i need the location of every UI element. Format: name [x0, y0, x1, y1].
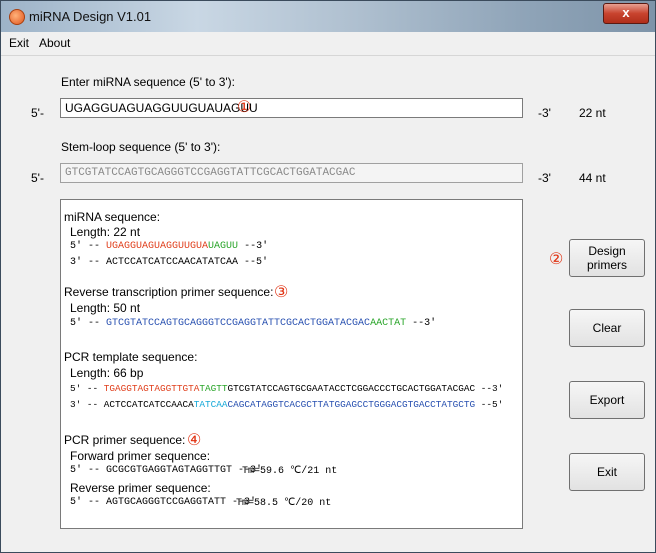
pcr-template-3p-suffix: --5': [475, 399, 504, 410]
design-primers-button[interactable]: Design primers: [569, 239, 645, 277]
results-panel[interactable]: miRNA sequence: Length: 22 nt 5' -- UGAG…: [60, 199, 523, 529]
pcr-primer-heading: PCR primer sequence:: [64, 433, 186, 447]
rt-primer-prefix: 5' --: [70, 318, 107, 329]
pcr-template-5p-green: TAGTT: [199, 383, 228, 394]
rt-primer-heading: Reverse transcription primer sequence:: [64, 285, 274, 299]
design-primers-line2: primers: [586, 258, 627, 272]
mirna-input-value: UGAGGUAGUAGGUUGUAUAGUU: [65, 101, 258, 115]
stemloop-input-value: GTCGTATCCAGTGCAGGGTCCGAGGTATTCGCACTGGATA…: [65, 167, 356, 179]
marker-3: ③: [274, 284, 289, 301]
marker-2: ②: [549, 251, 564, 268]
reverse-primer-label: Reverse primer sequence:: [70, 481, 211, 495]
mirna-length-result: Length: 22 nt: [70, 225, 141, 239]
mirna-line-5p: 5' -- UGAGGUAGUAGGUUGUAUAGUU --3': [70, 241, 268, 252]
pcr-template-5p-black: GTCGTATCCAGTGCGAATACCTCGGACCCTGCACTGGATA…: [227, 383, 476, 394]
stemloop-suffix: -3': [538, 171, 551, 185]
title-bar[interactable]: miRNA Design V1.01 x: [1, 1, 655, 32]
forward-primer-label: Forward primer sequence:: [70, 449, 211, 463]
marker-4: ④: [187, 432, 202, 449]
pcr-template-5p-suffix: --3': [475, 383, 504, 394]
clear-button[interactable]: Clear: [569, 309, 645, 347]
pcr-template-3p-prefix: 3' --: [70, 399, 104, 410]
mirna-line-5p-suffix: --3': [238, 241, 269, 252]
forward-primer-seq: 5' -- GCGCGTGAGGTAGTAGGTTGT --3': [70, 465, 263, 476]
stemloop-input[interactable]: GTCGTATCCAGTGCAGGGTCCGAGGTATTCGCACTGGATA…: [60, 163, 523, 183]
mirna-line-5p-prefix: 5' --: [70, 241, 107, 252]
stemloop-prefix: 5'-: [31, 171, 44, 185]
main-window: miRNA Design V1.01 x Exit About Enter mi…: [0, 0, 656, 553]
exit-button[interactable]: Exit: [569, 453, 645, 491]
rt-primer-line: 5' -- GTCGTATCCAGTGCAGGGTCCGAGGTATTCGCAC…: [70, 318, 436, 329]
rt-primer-suffix: --3': [406, 318, 437, 329]
rt-primer-length: Length: 50 nt: [70, 301, 141, 315]
mirna-prefix: 5'-: [31, 106, 44, 120]
pcr-template-3p-black: ACTCCATCATCCAACA: [103, 399, 194, 410]
reverse-primer-seq: 5' -- AGTGCAGGGTCCGAGGTATT --3': [70, 497, 257, 508]
design-primers-line1: Design: [588, 244, 626, 258]
rt-primer-blue: GTCGTATCCAGTGCAGGGTCCGAGGTATTCGCACTGGATA…: [106, 318, 371, 329]
export-button[interactable]: Export: [569, 381, 645, 419]
pcr-template-3p-blue: CAGCATAGGTCACGCTTATGGAGCCTGGGACGTGACCTAT…: [227, 399, 476, 410]
close-button[interactable]: x: [603, 3, 649, 24]
mirna-heading: miRNA sequence:: [64, 210, 161, 224]
mirna-suffix: -3': [538, 106, 551, 120]
reverse-primer-tm: Tm=58.5 ℃/20 nt: [236, 498, 332, 509]
pcr-template-line-3p: 3' -- ACTCCATCATCCAACATATCAACAGCATAGGTCA…: [70, 399, 503, 410]
pcr-template-length: Length: 66 bp: [70, 366, 144, 380]
mirna-input-label: Enter miRNA sequence (5' to 3'):: [61, 75, 235, 89]
mirna-input[interactable]: UGAGGUAGUAGGUUGUAUAGUU: [60, 98, 523, 118]
rt-primer-green: AACTAT: [370, 318, 407, 329]
pcr-template-3p-sky: TATCAA: [193, 399, 228, 410]
menu-about[interactable]: About: [39, 36, 70, 50]
pcr-template-5p-prefix: 5' --: [70, 383, 104, 394]
stemloop-length: 44 nt: [579, 171, 606, 185]
menu-exit[interactable]: Exit: [9, 36, 29, 50]
marker-1: ①: [237, 99, 252, 116]
mirna-length: 22 nt: [579, 106, 606, 120]
menu-bar: Exit About: [1, 32, 655, 56]
window-title: miRNA Design V1.01: [29, 9, 152, 24]
design-primers-label: Design primers: [587, 244, 627, 272]
app-icon: [9, 9, 25, 25]
pcr-template-line-5p: 5' -- TGAGGTAGTAGGTTGTATAGTTGTCGTATCCAGT…: [70, 383, 503, 394]
pcr-template-5p-red: TGAGGTAGTAGGTTGTA: [103, 383, 200, 394]
mirna-line-5p-red: UGAGGUAGUAGGUUGUA: [106, 241, 209, 252]
forward-primer-tm: Tm=59.6 ℃/21 nt: [242, 466, 338, 477]
stemloop-input-label: Stem-loop sequence (5' to 3'):: [61, 140, 221, 154]
mirna-line-5p-green: UAGUU: [208, 241, 239, 252]
mirna-line-3p: 3' -- ACTCCATCATCCAACATATCAA --5': [70, 257, 269, 268]
pcr-template-heading: PCR template sequence:: [64, 350, 198, 364]
